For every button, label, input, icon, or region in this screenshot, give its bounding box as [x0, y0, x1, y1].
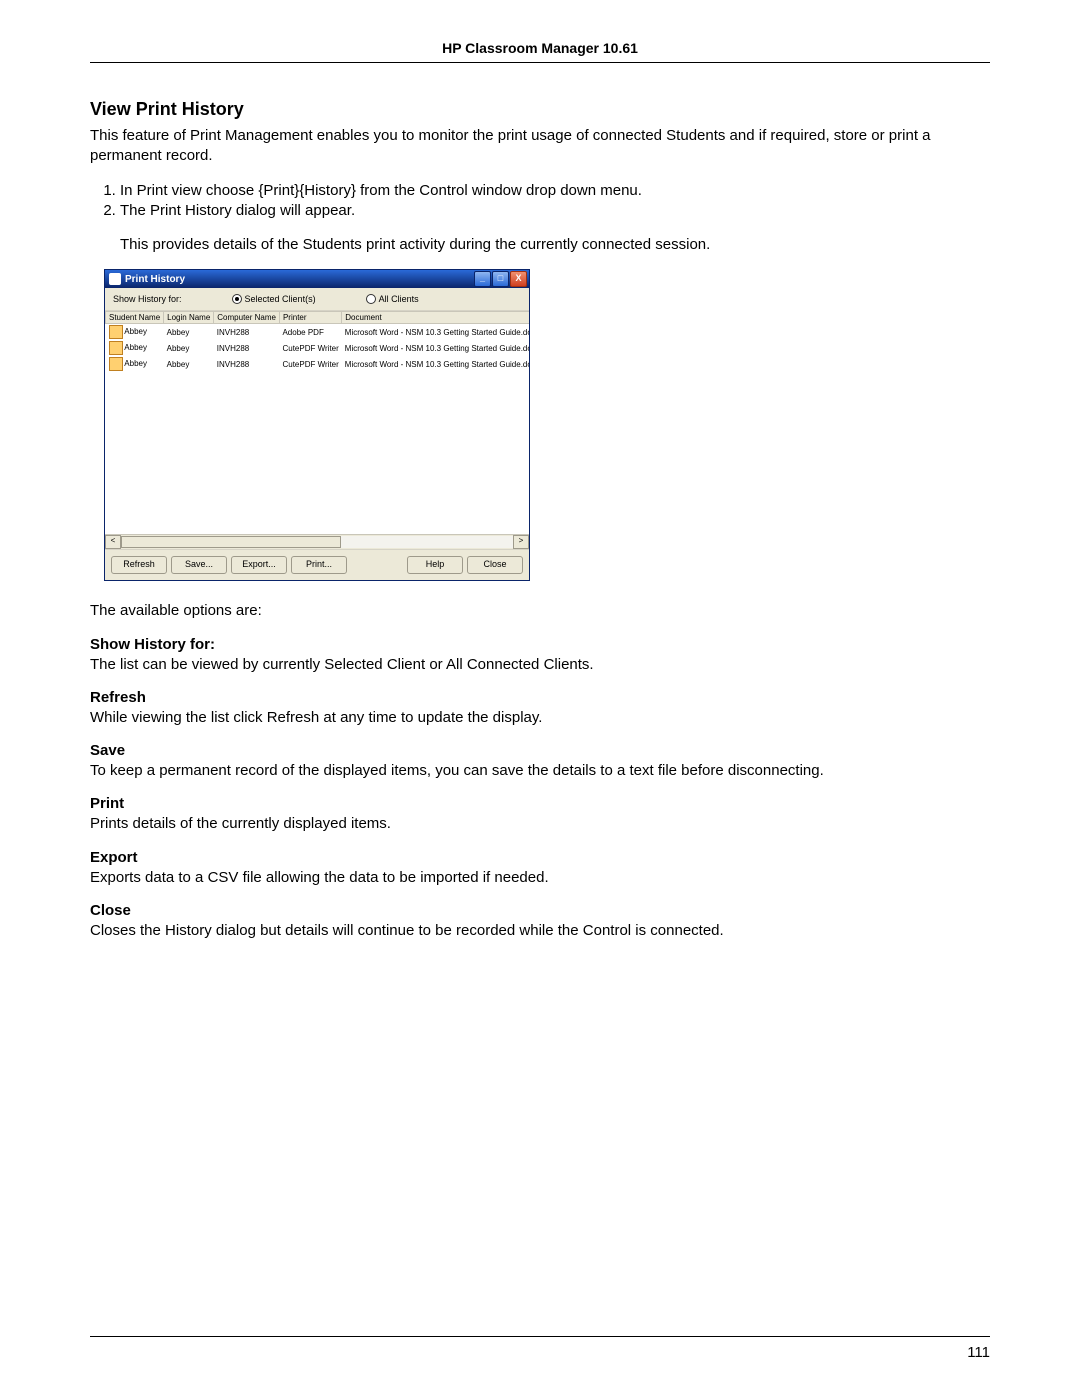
radio-selected-clients[interactable]: Selected Client(s) [232, 294, 316, 304]
page-number: 111 [967, 1344, 990, 1361]
student-icon [109, 357, 123, 371]
student-icon [109, 341, 123, 355]
col-computer[interactable]: Computer Name [214, 312, 280, 324]
intro-paragraph: This feature of Print Management enables… [90, 126, 990, 167]
option-desc: Exports data to a CSV file allowing the … [90, 868, 990, 888]
horizontal-scrollbar[interactable]: < > [105, 534, 529, 549]
app-icon [109, 273, 121, 285]
option-term: Refresh [90, 689, 990, 706]
step-2: The Print History dialog will appear. [120, 201, 990, 221]
steps-list: In Print view choose {Print}{History} fr… [90, 181, 990, 222]
option-desc: The list can be viewed by currently Sele… [90, 655, 990, 675]
radio-all-clients[interactable]: All Clients [366, 294, 419, 304]
table-row[interactable]: AbbeyAbbeyINVH288CutePDF WriterMicrosoft… [106, 356, 530, 372]
footer-rule [90, 1336, 990, 1337]
close-window-button[interactable]: X [510, 271, 527, 287]
dialog-title: Print History [125, 274, 185, 285]
step-2-sub: This provides details of the Students pr… [120, 235, 990, 255]
dialog-button-row: Refresh Save... Export... Print... Help … [105, 549, 529, 580]
student-icon [109, 325, 123, 339]
save-button[interactable]: Save... [171, 556, 227, 574]
option-term: Print [90, 795, 990, 812]
step-1: In Print view choose {Print}{History} fr… [120, 181, 990, 201]
radio-all-label: All Clients [379, 294, 419, 304]
print-button[interactable]: Print... [291, 556, 347, 574]
help-button[interactable]: Help [407, 556, 463, 574]
option-term: Export [90, 849, 990, 866]
option-desc: Prints details of the currently displaye… [90, 814, 990, 834]
show-history-label: Show History for: [113, 294, 182, 304]
document-header: HP Classroom Manager 10.61 [90, 40, 990, 56]
option-desc: Closes the History dialog but details wi… [90, 921, 990, 941]
dialog-titlebar: Print History _ □ X [105, 270, 529, 288]
maximize-button[interactable]: □ [492, 271, 509, 287]
filter-row: Show History for: Selected Client(s) All… [105, 288, 529, 311]
section-title: View Print History [90, 99, 990, 120]
scroll-right-icon[interactable]: > [513, 535, 529, 549]
option-desc: While viewing the list click Refresh at … [90, 708, 990, 728]
print-history-dialog: Print History _ □ X Show History for: Se… [104, 269, 530, 581]
option-desc: To keep a permanent record of the displa… [90, 761, 990, 781]
header-rule [90, 62, 990, 63]
col-student[interactable]: Student Name [106, 312, 164, 324]
col-document[interactable]: Document [342, 312, 529, 324]
option-term: Save [90, 742, 990, 759]
radio-dot-icon [366, 294, 376, 304]
options-intro: The available options are: [90, 601, 990, 621]
table-row[interactable]: AbbeyAbbeyINVH288CutePDF WriterMicrosoft… [106, 340, 530, 356]
table-row[interactable]: AbbeyAbbeyINVH288Adobe PDFMicrosoft Word… [106, 324, 530, 341]
history-table: Student Name Login Name Computer Name Pr… [105, 311, 529, 372]
col-login[interactable]: Login Name [164, 312, 214, 324]
option-term: Show History for: [90, 636, 990, 653]
minimize-button[interactable]: _ [474, 271, 491, 287]
export-button[interactable]: Export... [231, 556, 287, 574]
scroll-left-icon[interactable]: < [105, 535, 121, 549]
radio-dot-icon [232, 294, 242, 304]
scroll-thumb[interactable] [121, 536, 341, 548]
refresh-button[interactable]: Refresh [111, 556, 167, 574]
option-term: Close [90, 902, 990, 919]
close-button[interactable]: Close [467, 556, 523, 574]
col-printer[interactable]: Printer [279, 312, 341, 324]
radio-selected-label: Selected Client(s) [245, 294, 316, 304]
history-table-wrap: Student Name Login Name Computer Name Pr… [105, 311, 529, 549]
